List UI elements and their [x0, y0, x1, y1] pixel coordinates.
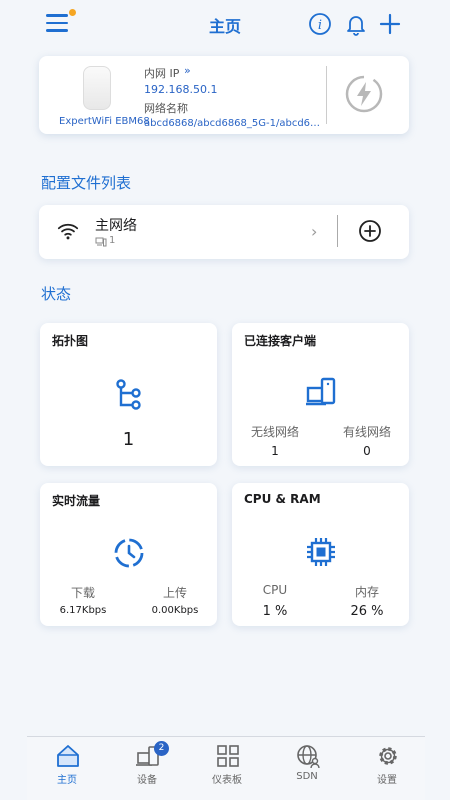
cpu-ram-title: CPU & RAM	[244, 492, 321, 506]
topology-tile[interactable]: 拓扑图 1	[40, 323, 217, 466]
tab-home[interactable]: 主页	[27, 737, 107, 800]
tab-label: SDN	[296, 771, 318, 782]
cpu-label: CPU	[262, 583, 288, 597]
router-image	[83, 66, 111, 110]
divider	[337, 215, 338, 247]
tab-label: 设置	[377, 775, 397, 786]
lan-ip-label: 内网 IP	[144, 67, 180, 80]
traffic-tile[interactable]: 实时流量 下载 上传 6.17Kbps 0.00Kbps	[40, 483, 217, 626]
device-model: ExpertWiFi EBM68	[59, 116, 150, 127]
divider	[326, 66, 327, 124]
profile-item[interactable]: 主网络 1 ›	[39, 205, 409, 259]
clients-title: 已连接客户端	[244, 334, 317, 348]
upload-value: 0.00Kbps	[151, 605, 199, 616]
topology-title: 拓扑图	[52, 334, 89, 348]
profile-device-count: 1	[109, 235, 116, 246]
tab-label: 仪表板	[212, 775, 242, 786]
status-title: 状态	[41, 285, 72, 303]
lan-expand-icon[interactable]: »	[184, 64, 191, 77]
wireless-value: 1	[271, 444, 279, 458]
clients-tile[interactable]: 已连接客户端 无线网络 有线网络 1 0	[232, 323, 409, 466]
gear-icon	[379, 747, 397, 765]
profiles-title: 配置文件列表	[41, 174, 132, 192]
wifi-icon	[57, 223, 79, 240]
ssid-label: 网络名称	[144, 102, 188, 115]
svg-text:i: i	[318, 18, 322, 33]
lightning-power-icon[interactable]	[344, 74, 384, 114]
info-icon[interactable]: i	[308, 12, 332, 36]
bottom-tab-bar: 主页 2 设备 仪表板 SDN 设置	[27, 736, 425, 800]
bell-icon[interactable]	[344, 12, 368, 36]
download-label: 下载	[70, 586, 95, 600]
devices-icon	[306, 377, 336, 406]
ssid-value: abcd6868/abcd6868_5G-1/abcd6868_5G-2	[144, 118, 324, 129]
wired-value: 0	[363, 444, 371, 458]
tab-label: 设备	[137, 775, 157, 786]
devices-badge: 2	[154, 741, 169, 756]
globe-user-icon	[297, 745, 320, 769]
traffic-title: 实时流量	[52, 494, 101, 508]
top-bar: 主页 i	[0, 0, 450, 48]
profile-name: 主网络	[95, 218, 137, 234]
chip-icon	[307, 538, 335, 566]
clock-traffic-icon	[114, 538, 144, 568]
topology-count: 1	[122, 429, 135, 450]
dashboard-icon	[217, 745, 239, 767]
ram-label: 内存	[354, 585, 379, 599]
add-profile-icon[interactable]	[358, 219, 382, 243]
upload-label: 上传	[162, 586, 187, 600]
topology-icon	[116, 379, 141, 410]
cpu-value: 1 %	[262, 604, 288, 619]
lan-ip-value: 192.168.50.1	[144, 83, 218, 96]
plus-icon[interactable]	[378, 12, 402, 36]
device-count-icon	[95, 237, 107, 247]
tab-devices[interactable]: 2 设备	[107, 737, 187, 800]
tab-dashboard[interactable]: 仪表板	[187, 737, 267, 800]
wireless-label: 无线网络	[250, 425, 299, 439]
tab-label: 主页	[57, 775, 77, 786]
tab-settings[interactable]: 设置	[347, 737, 427, 800]
home-icon	[57, 745, 79, 767]
cpu-ram-tile[interactable]: CPU & RAM CPU 内存 1 % 26 %	[232, 483, 409, 626]
wired-label: 有线网络	[342, 425, 391, 439]
chevron-right-icon[interactable]: ›	[311, 222, 317, 241]
download-value: 6.17Kbps	[59, 605, 107, 616]
ram-value: 26 %	[350, 604, 384, 619]
tab-sdn[interactable]: SDN	[267, 737, 347, 800]
device-card[interactable]: ExpertWiFi EBM68 内网 IP » 192.168.50.1 网络…	[39, 56, 409, 134]
